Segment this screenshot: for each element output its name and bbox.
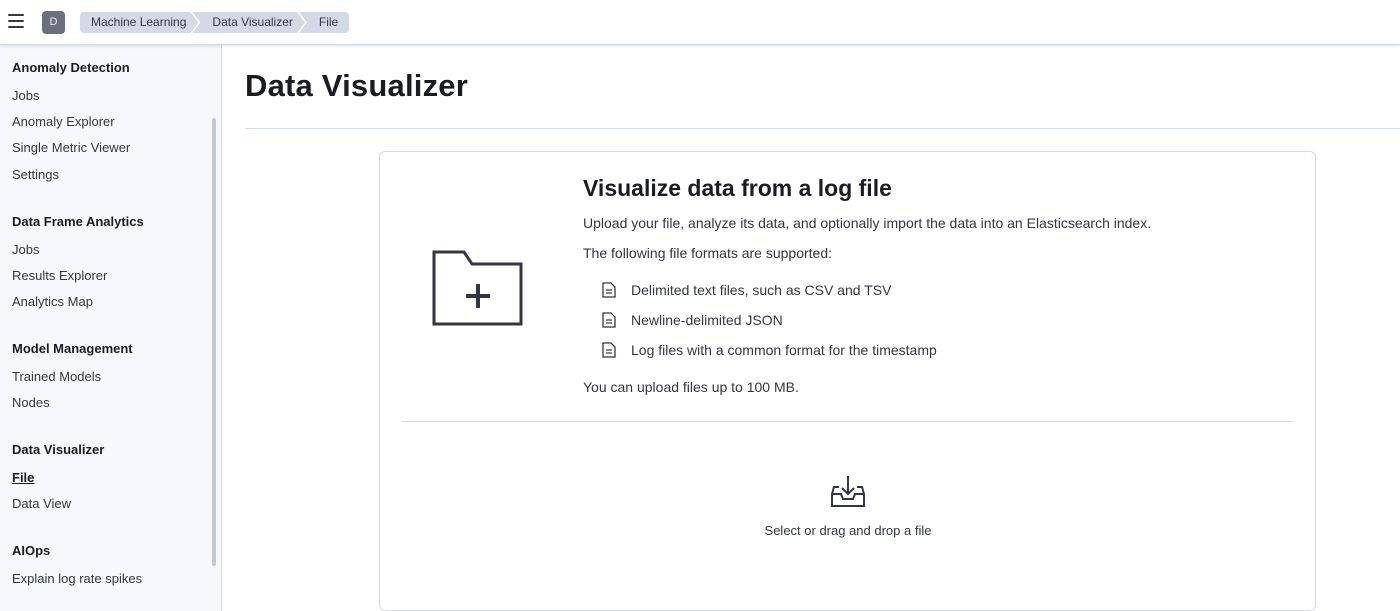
page-title: Data Visualizer bbox=[245, 68, 468, 103]
format-label: Newline-delimited JSON bbox=[631, 312, 783, 328]
sidebar-item-nodes[interactable]: Nodes bbox=[12, 395, 50, 410]
drop-zone-label[interactable]: Select or drag and drop a file bbox=[700, 523, 996, 538]
format-item-ndjson: Newline-delimited JSON bbox=[602, 312, 783, 328]
sidebar-item-trained-models[interactable]: Trained Models bbox=[12, 369, 101, 384]
sidebar-group-aiops: AIOps bbox=[12, 543, 51, 558]
upload-limit-text: You can upload files up to 100 MB. bbox=[583, 379, 799, 395]
sidebar-group-anomaly-detection: Anomaly Detection bbox=[12, 60, 130, 75]
about-description: Upload your file, analyze its data, and … bbox=[583, 215, 1152, 231]
breadcrumb-file: File bbox=[298, 12, 350, 33]
panel-divider bbox=[402, 421, 1293, 422]
format-label: Log files with a common format for the t… bbox=[631, 342, 937, 358]
about-title: Visualize data from a log file bbox=[583, 175, 892, 201]
sidebar-item-dfa-jobs[interactable]: Jobs bbox=[12, 242, 39, 257]
title-divider bbox=[245, 128, 1400, 129]
format-item-log-files: Log files with a common format for the t… bbox=[602, 342, 937, 358]
space-avatar[interactable]: D bbox=[42, 11, 65, 34]
sidebar-item-anomaly-explorer[interactable]: Anomaly Explorer bbox=[12, 114, 115, 129]
sidebar-item-analytics-map[interactable]: Analytics Map bbox=[12, 294, 93, 309]
sidebar-item-data-view[interactable]: Data View bbox=[12, 496, 71, 511]
sidebar-item-explain-log-rate-spikes[interactable]: Explain log rate spikes bbox=[12, 571, 142, 586]
top-header: D Machine Learning Data Visualizer File bbox=[0, 0, 1400, 45]
sidebar-item-file[interactable]: File bbox=[12, 470, 34, 485]
format-label: Delimited text files, such as CSV and TS… bbox=[631, 282, 892, 298]
document-icon bbox=[602, 312, 616, 328]
sidebar-group-data-frame-analytics: Data Frame Analytics bbox=[12, 214, 144, 229]
download-tray-icon bbox=[831, 476, 865, 507]
format-item-delimited: Delimited text files, such as CSV and TS… bbox=[602, 282, 891, 298]
sidebar-scrollbar[interactable] bbox=[212, 118, 216, 566]
document-icon bbox=[602, 282, 616, 298]
sidebar-item-settings[interactable]: Settings bbox=[12, 167, 59, 182]
sidebar-group-model-management: Model Management bbox=[12, 341, 133, 356]
breadcrumb: Machine Learning Data Visualizer File bbox=[80, 12, 350, 33]
sidebar-item-ad-jobs[interactable]: Jobs bbox=[12, 88, 39, 103]
sidebar-item-results-explorer[interactable]: Results Explorer bbox=[12, 268, 107, 283]
sidebar-group-data-visualizer: Data Visualizer bbox=[12, 442, 105, 457]
breadcrumb-data-visualizer[interactable]: Data Visualizer bbox=[192, 12, 304, 33]
formats-intro: The following file formats are supported… bbox=[583, 245, 833, 261]
menu-icon[interactable] bbox=[8, 14, 24, 28]
document-icon bbox=[602, 342, 616, 358]
sidebar: Anomaly Detection Jobs Anomaly Explorer … bbox=[0, 45, 222, 611]
folder-plus-icon bbox=[432, 250, 523, 326]
sidebar-item-single-metric-viewer[interactable]: Single Metric Viewer bbox=[12, 140, 130, 155]
breadcrumb-machine-learning[interactable]: Machine Learning bbox=[80, 12, 198, 33]
